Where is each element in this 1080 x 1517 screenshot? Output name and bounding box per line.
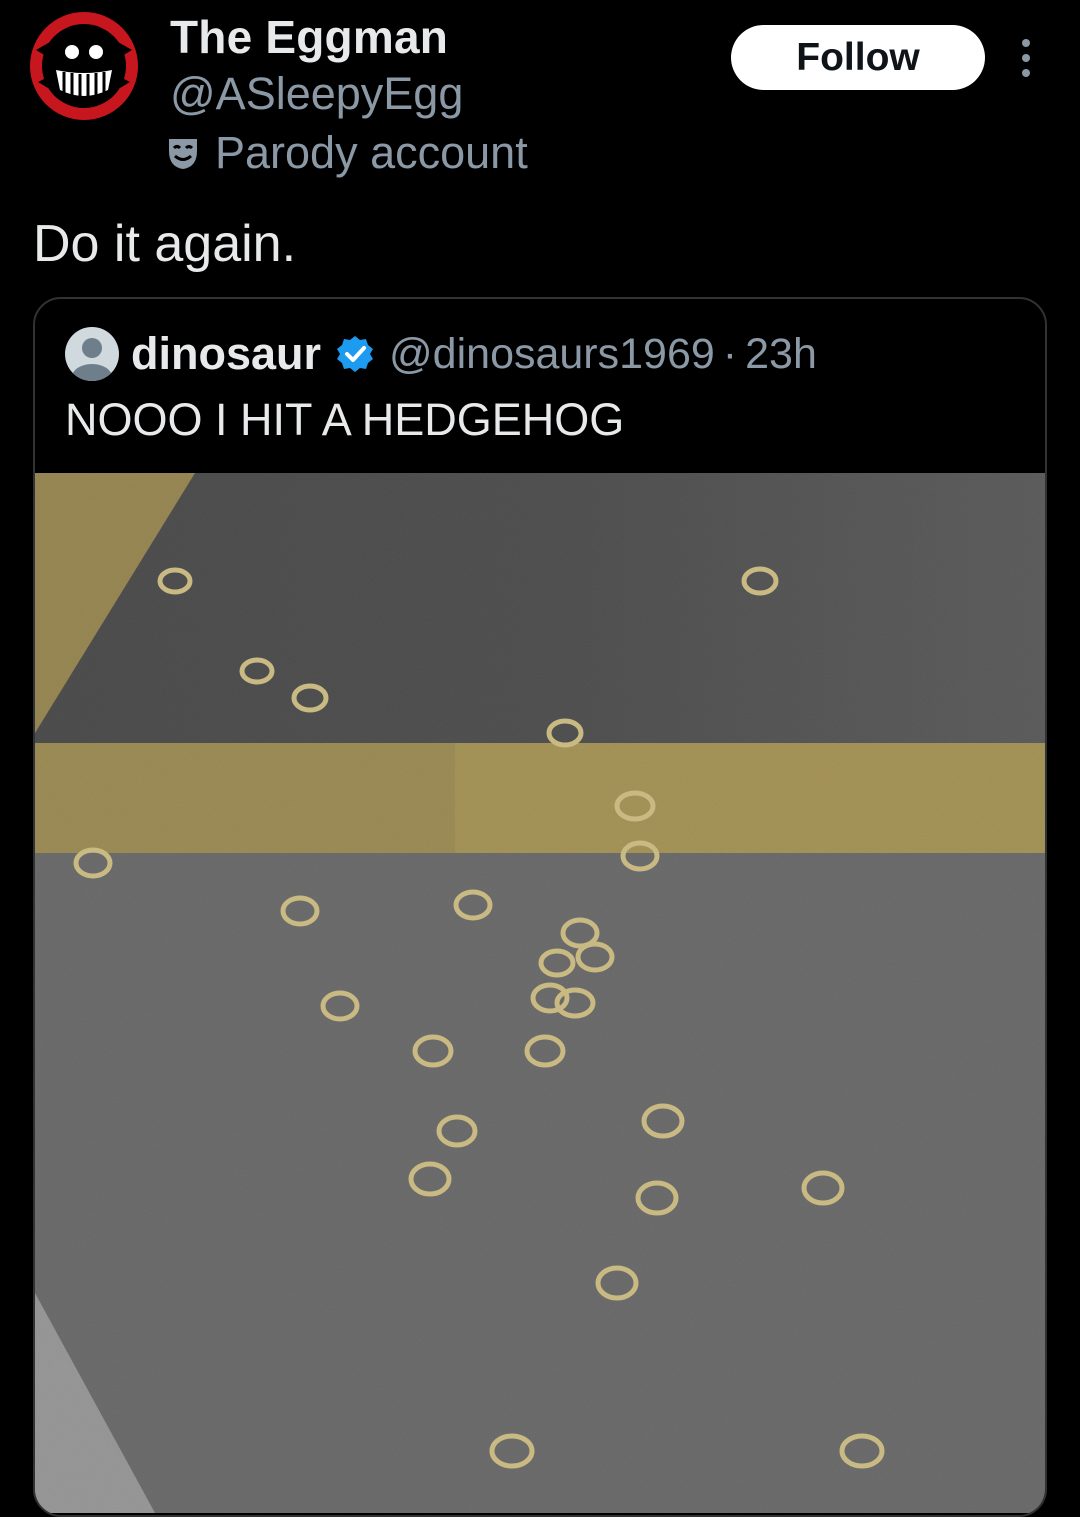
quoted-display-name[interactable]: dinosaur — [131, 328, 321, 380]
quoted-timestamp[interactable]: 23h — [745, 330, 817, 379]
quoted-tweet-card[interactable]: dinosaur @dinosaurs1969 · 23h NOOO I HIT… — [33, 297, 1047, 1517]
more-vertical-icon[interactable] — [1012, 36, 1040, 80]
follow-button[interactable]: Follow — [731, 25, 985, 90]
theater-mask-icon — [169, 139, 197, 169]
author-display-name[interactable]: The Eggman — [170, 10, 448, 64]
quoted-tweet-header: dinosaur @dinosaurs1969 · 23h — [65, 327, 817, 381]
quoted-tweet-text: NOOO I HIT A HEDGEHOG — [65, 394, 625, 445]
tweet-text: Do it again. — [33, 215, 297, 273]
default-avatar-icon[interactable] — [65, 327, 119, 381]
quoted-handle[interactable]: @dinosaurs1969 — [389, 330, 715, 379]
parody-label: Parody account — [165, 127, 528, 179]
eggman-avatar-icon[interactable] — [30, 12, 138, 120]
quoted-separator: · — [722, 329, 738, 378]
asphalt-rings-photo[interactable] — [35, 473, 1047, 1513]
parody-label-text: Parody account — [215, 127, 528, 178]
author-handle[interactable]: @ASleepyEgg — [170, 68, 463, 120]
verified-badge-icon — [337, 336, 374, 372]
